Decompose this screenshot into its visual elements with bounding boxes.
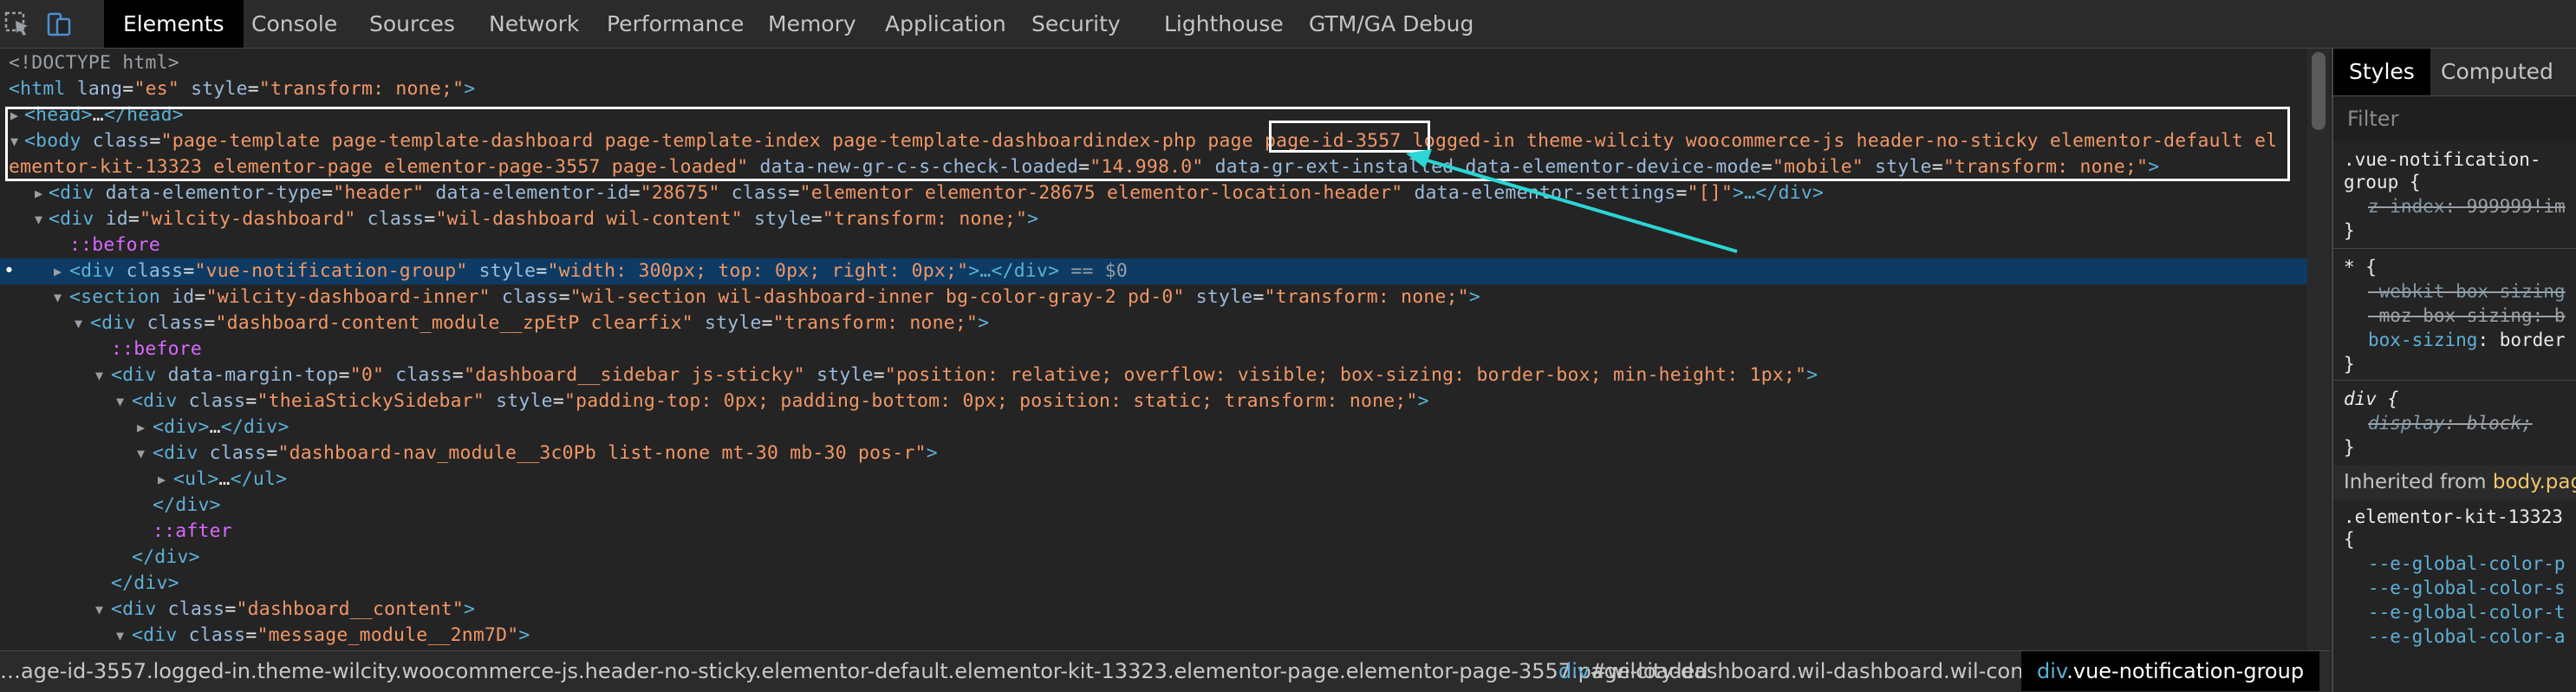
tree-node-after[interactable]: ::after: [0, 519, 2330, 545]
tree-node-body[interactable]: ▼ <body class="page-template page-templa…: [0, 128, 2330, 154]
device-toolbar-icon[interactable]: [43, 9, 75, 40]
tree-node-wilcity-dashboard[interactable]: ▼ <div id="wilcity-dashboard" class="wil…: [0, 206, 2330, 232]
inherited-from-header: Inherited from body.pag: [2333, 465, 2576, 499]
tree-node-body-wrap: ementor-kit-13323 elementor-page element…: [9, 156, 2160, 178]
tree-node-head[interactable]: ▶ <head>…</head>: [0, 102, 2330, 128]
styles-pane: Styles Computed .vue-notification- group…: [2332, 49, 2576, 692]
tab-styles[interactable]: Styles: [2333, 49, 2430, 95]
tab-performance[interactable]: Performance: [607, 0, 744, 48]
rule-close: }: [2344, 437, 2355, 458]
tree-scrollbar[interactable]: [2307, 49, 2330, 650]
rule-open: {: [2344, 529, 2355, 550]
tree-node-before[interactable]: ::before: [0, 336, 2330, 362]
rule-selector[interactable]: group {: [2344, 170, 2421, 194]
tree-node-dashboard-content[interactable]: ▼ <div class="dashboard__content">: [0, 597, 2330, 623]
tree-node-before[interactable]: ::before: [0, 232, 2330, 258]
styles-filter-input[interactable]: [2333, 97, 2576, 140]
devtools-tab-bar: Elements Console Sources Network Perform…: [0, 0, 2576, 49]
breadcrumb-wilcity-dashboard[interactable]: div#wilcity-dashboard.wil-dashboard.wil-…: [1558, 651, 2065, 691]
expand-arrow-icon[interactable]: ▶: [54, 258, 68, 284]
tab-network[interactable]: Network: [489, 0, 579, 48]
tab-console[interactable]: Console: [251, 0, 337, 48]
tab-sources[interactable]: Sources: [369, 0, 455, 48]
rule-selector[interactable]: .vue-notification-: [2344, 147, 2541, 172]
breadcrumb-vue-notification-group[interactable]: div.vue-notification-group: [2021, 651, 2320, 691]
tree-node-message-module[interactable]: ▼ <div class="message_module__2nm7D">: [0, 623, 2330, 649]
tree-node-div-close[interactable]: </div>: [0, 571, 2330, 597]
tree-node-vue-notification-group[interactable]: ▶ <div class="vue-notification-group" st…: [0, 258, 2330, 284]
tree-node-header-div[interactable]: ▶ <div data-elementor-type="header" data…: [0, 180, 2330, 206]
tree-node-dashboard-content-module[interactable]: ▼ <div class="dashboard-content_module__…: [0, 310, 2330, 336]
collapse-arrow-icon[interactable]: ▼: [116, 623, 130, 649]
inspect-element-icon[interactable]: [2, 9, 33, 40]
tab-elements[interactable]: Elements: [104, 0, 244, 48]
collapse-arrow-icon[interactable]: ▼: [10, 128, 24, 154]
tree-node-doctype[interactable]: <!DOCTYPE html>: [0, 50, 2330, 76]
tab-security[interactable]: Security: [1031, 0, 1121, 48]
rule-property[interactable]: --e-global-color-p: [2368, 552, 2566, 576]
tree-node-html[interactable]: <html lang="es" style="transform: none;"…: [0, 76, 2330, 102]
rule-selector[interactable]: .elementor-kit-13323: [2344, 505, 2563, 529]
tree-node-section[interactable]: ▼ <section id="wilcity-dashboard-inner" …: [0, 284, 2330, 310]
rule-property[interactable]: box-sizing: border: [2368, 328, 2566, 352]
rule-selector[interactable]: * {: [2344, 255, 2377, 279]
breadcrumb-body[interactable]: …age-id-3557.logged-in.theme-wilcity.woo…: [0, 651, 1708, 691]
tab-memory[interactable]: Memory: [768, 0, 856, 48]
dom-breadcrumb: …age-id-3557.logged-in.theme-wilcity.woo…: [0, 650, 2330, 692]
expand-arrow-icon[interactable]: ▶: [10, 102, 24, 128]
rule-divider: [2333, 248, 2576, 249]
elements-tree: <!DOCTYPE html> <html lang="es" style="t…: [0, 50, 2330, 649]
tree-node-theia-sticky-sidebar[interactable]: ▼ <div class="theiaStickySidebar" style=…: [0, 388, 2330, 415]
rule-property[interactable]: z-index: 999999!im: [2368, 194, 2566, 219]
rule-property[interactable]: --e-global-color-a: [2368, 624, 2566, 649]
collapse-arrow-icon[interactable]: ▼: [95, 362, 109, 388]
expand-arrow-icon[interactable]: ▶: [35, 180, 49, 206]
collapse-arrow-icon[interactable]: ▼: [35, 206, 49, 232]
tab-application[interactable]: Application: [885, 0, 1006, 48]
tree-node-ul[interactable]: ▶ <ul>…</ul>: [0, 467, 2330, 493]
rule-divider: [2333, 380, 2576, 381]
tree-node-dashboard-sidebar[interactable]: ▼ <div data-margin-top="0" class="dashbo…: [0, 362, 2330, 388]
rule-close: }: [2344, 354, 2355, 375]
scrollbar-thumb[interactable]: [2312, 52, 2326, 130]
tree-node-div-collapsed[interactable]: ▶ <div>…</div>: [0, 415, 2330, 441]
tree-node-div-close[interactable]: </div>: [0, 545, 2330, 571]
rule-property[interactable]: -webkit-box-sizing: [2368, 279, 2566, 304]
rule-close: }: [2344, 220, 2355, 241]
rule-property[interactable]: --e-global-color-s: [2368, 576, 2566, 600]
tab-computed[interactable]: Computed: [2441, 49, 2553, 95]
collapse-arrow-icon[interactable]: ▼: [116, 388, 130, 415]
expand-arrow-icon[interactable]: ▶: [158, 467, 172, 493]
collapse-arrow-icon[interactable]: ▼: [95, 597, 109, 623]
collapse-arrow-icon[interactable]: ▼: [54, 284, 68, 310]
collapse-arrow-icon[interactable]: ▼: [137, 441, 151, 467]
rule-selector[interactable]: div {: [2344, 387, 2398, 411]
tree-node-dashboard-nav-module[interactable]: ▼ <div class="dashboard-nav_module__3c0P…: [0, 441, 2330, 467]
collapse-arrow-icon[interactable]: ▼: [75, 310, 88, 336]
rule-property[interactable]: -moz-box-sizing: b: [2368, 304, 2566, 328]
rule-property[interactable]: display: block;: [2368, 411, 2533, 435]
tab-lighthouse[interactable]: Lighthouse: [1164, 0, 1284, 48]
rule-property[interactable]: --e-global-color-t: [2368, 600, 2566, 624]
expand-arrow-icon[interactable]: ▶: [137, 415, 151, 441]
tree-node-div-close[interactable]: </div>: [0, 493, 2330, 519]
tab-gtm-ga-debug[interactable]: GTM/GA Debug: [1309, 0, 1473, 48]
styles-tab-bar: Styles Computed: [2333, 49, 2576, 96]
